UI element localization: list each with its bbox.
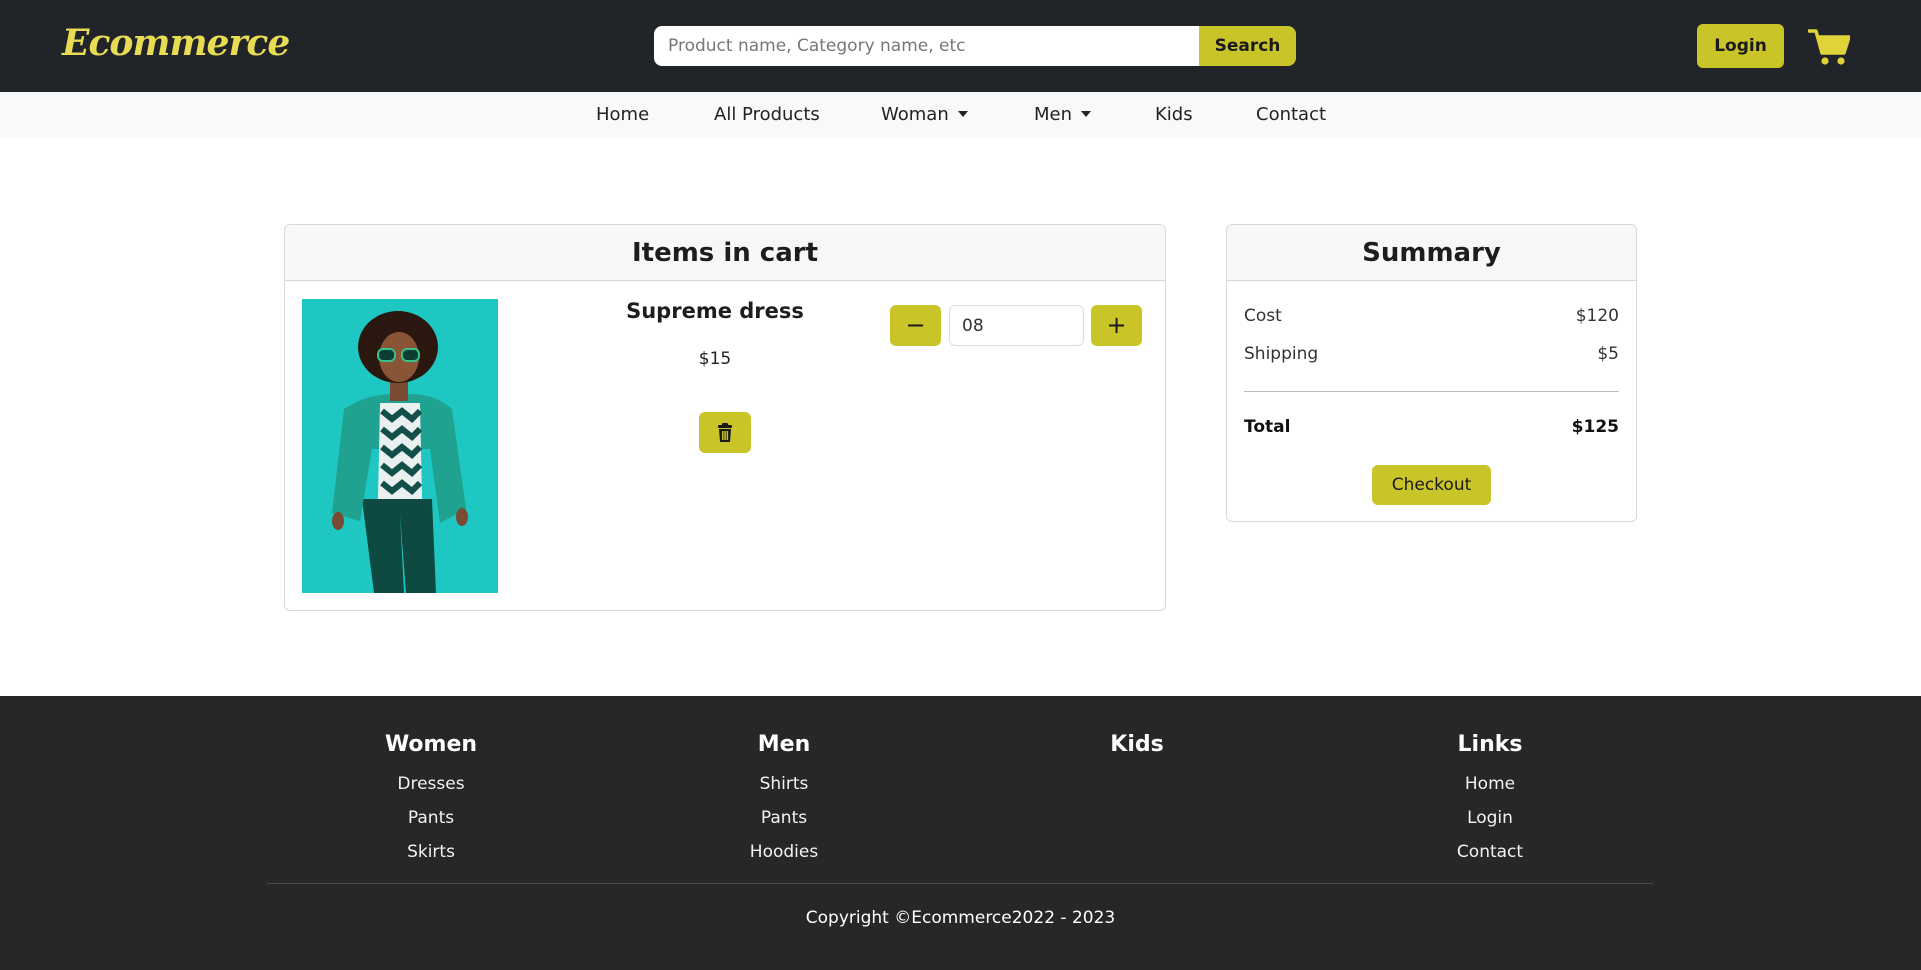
footer-divider bbox=[267, 883, 1653, 884]
cost-row: Cost $120 bbox=[1244, 306, 1619, 326]
nav-contact[interactable]: Contact bbox=[1256, 104, 1326, 125]
copyright-text: Copyright ©Ecommerce2022 - 2023 bbox=[805, 908, 1116, 928]
shipping-label: Shipping bbox=[1244, 344, 1319, 364]
nav-home-label: Home bbox=[596, 104, 650, 125]
nav-home[interactable]: Home bbox=[596, 104, 649, 125]
nav-kids-label: Kids bbox=[1155, 104, 1193, 125]
caret-down-icon bbox=[957, 111, 968, 117]
total-label: Total bbox=[1244, 417, 1291, 437]
shipping-row: Shipping $5 bbox=[1244, 344, 1619, 364]
search-button[interactable]: Search bbox=[1199, 26, 1296, 66]
shipping-value: $5 bbox=[1597, 344, 1619, 364]
caret-down-icon bbox=[1081, 111, 1092, 117]
cost-label: Cost bbox=[1244, 306, 1282, 326]
product-name[interactable]: Supreme dress bbox=[615, 299, 815, 323]
nav-contact-label: Contact bbox=[1256, 104, 1327, 125]
nav-woman-label: Woman bbox=[881, 104, 949, 125]
login-button[interactable]: Login bbox=[1697, 24, 1784, 68]
product-image[interactable] bbox=[302, 299, 498, 593]
summary-divider bbox=[1244, 391, 1619, 392]
nav-men-dropdown[interactable]: Men bbox=[1034, 104, 1092, 125]
nav-men-label: Men bbox=[1034, 104, 1073, 125]
product-photo-illustration bbox=[302, 299, 498, 593]
main-nav: Home All Products Woman Men Kids Contact bbox=[0, 92, 1921, 138]
footer-col-women: Women Dresses Pants Skirts bbox=[311, 732, 551, 869]
footer-link-dresses[interactable]: Dresses bbox=[311, 767, 551, 801]
footer-link-login[interactable]: Login bbox=[1370, 801, 1610, 835]
total-value: $125 bbox=[1571, 417, 1619, 437]
footer-link-skirts[interactable]: Skirts bbox=[311, 835, 551, 869]
footer-col-men: Men Shirts Pants Hoodies bbox=[664, 732, 904, 869]
quantity-input[interactable] bbox=[949, 305, 1084, 346]
summary-card: Summary Cost $120 Shipping $5 Total $125… bbox=[1226, 224, 1637, 522]
cart-card: Items in cart Supreme dress $15 − 08 + bbox=[284, 224, 1166, 611]
trash-icon bbox=[718, 423, 732, 442]
increase-quantity-button[interactable]: + bbox=[1091, 305, 1142, 346]
top-header: Ecommerce Search Login bbox=[0, 0, 1921, 92]
decrease-quantity-button[interactable]: − bbox=[890, 305, 941, 346]
footer-link-hoodies[interactable]: Hoodies bbox=[664, 835, 904, 869]
brand-logo[interactable]: Ecommerce bbox=[62, 22, 290, 64]
summary-title: Summary bbox=[1227, 225, 1636, 281]
footer-link-women-pants[interactable]: Pants bbox=[311, 801, 551, 835]
footer-heading-men: Men bbox=[757, 732, 811, 757]
footer-heading-links: Links bbox=[1457, 732, 1523, 757]
footer-col-kids: Kids bbox=[1017, 732, 1257, 767]
nav-woman-dropdown[interactable]: Woman bbox=[881, 104, 968, 125]
cart-title: Items in cart bbox=[285, 225, 1165, 281]
checkout-button[interactable]: Checkout bbox=[1372, 465, 1491, 505]
site-footer: Women Dresses Pants Skirts Men Shirts Pa… bbox=[0, 696, 1921, 970]
product-price: $15 bbox=[698, 349, 732, 369]
footer-col-links: Links Home Login Contact bbox=[1370, 732, 1610, 869]
footer-link-men-pants[interactable]: Pants bbox=[664, 801, 904, 835]
delete-item-button[interactable] bbox=[699, 412, 751, 453]
footer-link-home[interactable]: Home bbox=[1370, 767, 1610, 801]
nav-all-products-label: All Products bbox=[714, 104, 820, 125]
nav-all-products[interactable]: All Products bbox=[714, 104, 820, 125]
cart-icon[interactable] bbox=[1808, 27, 1850, 67]
total-row: Total $125 bbox=[1244, 417, 1619, 437]
nav-kids[interactable]: Kids bbox=[1155, 104, 1193, 125]
search-bar: Search bbox=[654, 26, 1296, 66]
search-input[interactable] bbox=[654, 26, 1199, 66]
cost-value: $120 bbox=[1575, 306, 1619, 326]
footer-heading-kids: Kids bbox=[1110, 732, 1164, 757]
footer-heading-women: Women bbox=[384, 732, 478, 757]
footer-link-shirts[interactable]: Shirts bbox=[664, 767, 904, 801]
footer-link-contact[interactable]: Contact bbox=[1370, 835, 1610, 869]
